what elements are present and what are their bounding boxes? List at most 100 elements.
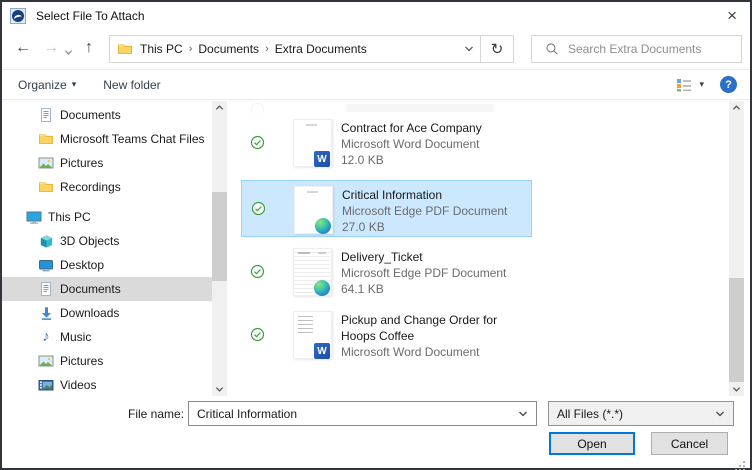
up-icon[interactable]: ↑ (85, 38, 93, 58)
file-size: 64.1 KB (341, 282, 384, 296)
sidebar-item-pictures[interactable]: Pictures (2, 151, 212, 175)
navigation-bar: ← → ↑ This PC › Documents › Extra Documents … (2, 30, 750, 68)
new-folder-button[interactable]: New folder (103, 78, 160, 92)
organize-label: Organize (18, 77, 67, 92)
view-mode-icon[interactable] (676, 78, 692, 92)
open-button-label: Open (577, 436, 607, 451)
sidebar-scrollbar-thumb[interactable] (212, 192, 227, 281)
file-list-scrollbar[interactable] (729, 101, 744, 396)
folder-icon (117, 41, 133, 57)
word-icon: W (314, 343, 330, 359)
file-item-text: Delivery_Ticket Microsoft Edge PDF Docume… (341, 249, 529, 297)
file-name: Delivery_Ticket (341, 250, 423, 264)
computer-icon (26, 209, 42, 225)
help-button[interactable]: ? (720, 76, 737, 93)
scroll-down-icon[interactable] (732, 383, 741, 392)
scroll-up-icon[interactable] (215, 105, 224, 114)
sidebar-item-downloads[interactable]: Downloads (2, 301, 212, 325)
search-placeholder: Search Extra Documents (568, 42, 702, 56)
sidebar-item-label: Downloads (60, 306, 120, 320)
sidebar-item-pictures[interactable]: Pictures (2, 349, 212, 373)
sidebar-item-label: Recordings (60, 180, 121, 194)
back-icon[interactable]: ← (15, 38, 31, 58)
desktop-icon (38, 257, 54, 273)
picture-icon (38, 155, 54, 171)
scroll-down-icon[interactable] (215, 383, 224, 392)
search-input[interactable]: Search Extra Documents (531, 35, 742, 63)
video-icon (38, 377, 54, 393)
file-type: Microsoft Word Document (341, 345, 480, 359)
dialog-icon (10, 8, 26, 24)
file-name-dropdown-icon[interactable] (518, 409, 528, 419)
sidebar-item-documents[interactable]: Documents (2, 277, 212, 301)
picture-icon (38, 353, 54, 369)
sync-status-icon (250, 264, 265, 279)
scroll-up-icon[interactable] (732, 105, 741, 114)
sidebar-scrollbar[interactable] (212, 101, 227, 396)
sidebar-item-label: Pictures (60, 354, 104, 368)
address-chevron-icon[interactable] (464, 44, 474, 54)
sidebar-item-videos[interactable]: Videos (2, 373, 212, 396)
sidebar-item-desktop[interactable]: Desktop (2, 253, 212, 277)
address-bar[interactable]: This PC › Documents › Extra Documents (109, 35, 481, 63)
edge-icon (315, 218, 331, 234)
cancel-button-label: Cancel (670, 436, 709, 451)
sidebar-item-documents[interactable]: Documents (2, 103, 212, 127)
sidebar-item-label: Microsoft Teams Chat Files (60, 132, 205, 146)
organize-dropdown-icon: ▾ (71, 79, 77, 89)
breadcrumb-separator-icon[interactable]: › (262, 43, 272, 55)
file-name: Pickup and Change Order for Hoops Coffee (341, 313, 498, 343)
new-folder-label: New folder (103, 77, 161, 92)
history-chevron-icon[interactable] (64, 46, 73, 60)
sidebar-item-label: This PC (48, 210, 91, 224)
sidebar-item-music[interactable]: ♪ Music (2, 325, 212, 349)
file-item[interactable]: Critical Information Microsoft Edge PDF D… (241, 180, 532, 237)
file-type: Microsoft Edge PDF Document (342, 204, 508, 218)
sidebar-item-microsoft-teams-chat-files[interactable]: Microsoft Teams Chat Files (2, 127, 212, 151)
sidebar-item-label: Videos (60, 378, 97, 392)
file-name-value: Critical Information (197, 406, 298, 421)
refresh-button[interactable]: ↻ (480, 35, 514, 63)
edge-icon (314, 280, 330, 296)
file-name-label: File name: (128, 407, 185, 421)
file-type-value: All Files (*.*) (557, 406, 624, 421)
breadcrumb-separator-icon[interactable]: › (186, 43, 196, 55)
sidebar-item-this-pc[interactable]: This PC (2, 205, 212, 229)
close-icon[interactable]: × (727, 5, 737, 27)
breadcrumb-item[interactable]: Extra Documents (272, 42, 370, 56)
sidebar-item-label: 3D Objects (60, 234, 120, 248)
file-type-select[interactable]: All Files (*.*) (548, 401, 734, 426)
organize-button[interactable]: Organize ▾ (18, 78, 76, 92)
file-item[interactable]: W Contract for Ace Company Microsoft Word … (241, 114, 532, 171)
file-item[interactable]: Delivery_Ticket Microsoft Edge PDF Docume… (241, 243, 532, 300)
music-icon: ♪ (42, 328, 50, 345)
cancel-button[interactable]: Cancel (651, 432, 728, 455)
open-button[interactable]: Open (549, 432, 635, 455)
download-icon (38, 305, 54, 321)
breadcrumb: This PC › Documents › Extra Documents (137, 42, 370, 56)
file-name-input[interactable]: Critical Information (188, 401, 537, 426)
folder-icon (38, 179, 54, 195)
folder-icon (38, 131, 54, 147)
sidebar-item-label: Documents (60, 108, 121, 122)
word-icon: W (314, 151, 330, 167)
breadcrumb-item[interactable]: Documents (195, 42, 262, 56)
file-list-scrollbar-thumb[interactable] (729, 278, 744, 382)
sidebar-item-3d-objects[interactable]: 3D Objects (2, 229, 212, 253)
resize-grip[interactable] (743, 461, 745, 463)
sidebar-item-label: Music (60, 330, 92, 344)
breadcrumb-item[interactable]: This PC (137, 42, 186, 56)
file-item-text: Pickup and Change Order for Hoops Coffee… (341, 312, 529, 360)
cube-icon (38, 233, 54, 249)
forward-icon: → (43, 39, 59, 56)
file-type: Microsoft Edge PDF Document (341, 266, 507, 280)
view-mode-dropdown-icon[interactable]: ▾ (699, 79, 704, 90)
navigation-pane: Documents Microsoft Teams Chat Files Pictu… (2, 101, 212, 396)
sync-status-icon (250, 327, 265, 342)
sidebar-item-recordings[interactable]: Recordings (2, 175, 212, 199)
file-type-dropdown-icon[interactable] (715, 409, 725, 419)
file-item[interactable]: W Pickup and Change Order for Hoops Coffe… (241, 306, 532, 363)
title-bar: Select File To Attach × (2, 2, 750, 30)
refresh-icon: ↻ (490, 41, 504, 58)
file-list: W Contract for Ace Company Microsoft Word … (230, 101, 729, 396)
